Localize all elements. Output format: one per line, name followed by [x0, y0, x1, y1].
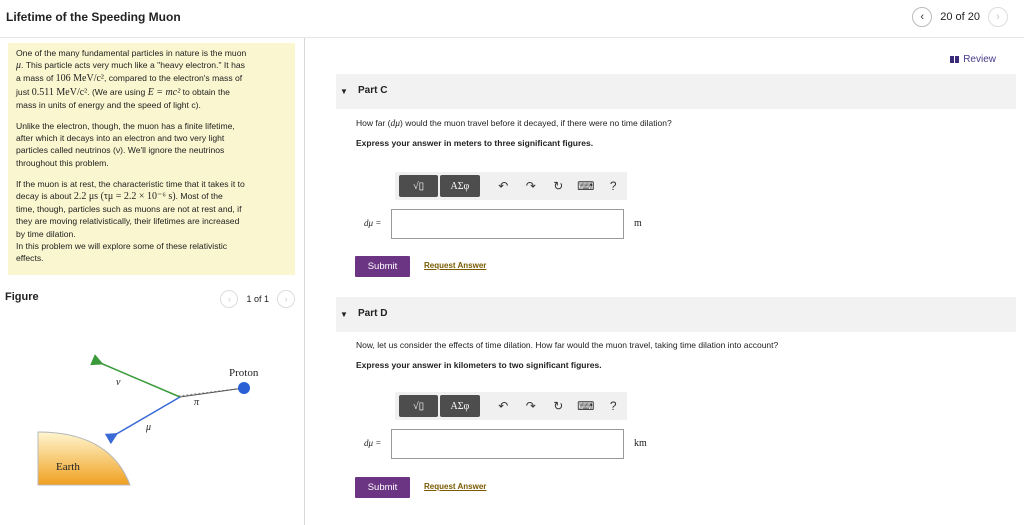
review-link[interactable]: Review — [950, 54, 996, 65]
intro-paragraph-3: If the muon is at rest, the characterist… — [16, 178, 245, 264]
right-panel: Review ▼ Part C How far (dμ) would the m… — [306, 38, 1024, 525]
part-d-math-toolbar: √▯ ΑΣφ ↶ ↷ ↻ ⌨ ? — [395, 392, 627, 420]
part-d-question: Now, let us consider the effects of time… — [356, 340, 779, 350]
part-d-unit: km — [634, 438, 647, 449]
part-c-request-answer-link[interactable]: Request Answer — [424, 261, 486, 270]
left-panel: One of the many fundamental particles in… — [0, 38, 305, 525]
part-d-instruction: Express your answer in kilometers to two… — [356, 360, 602, 370]
pion-label: π — [194, 397, 200, 408]
redo-icon[interactable]: ↷ — [517, 395, 544, 417]
page-title: Lifetime of the Speeding Muon — [6, 10, 181, 24]
figure-next-icon[interactable]: › — [277, 290, 295, 308]
help-button[interactable]: ? — [599, 395, 626, 417]
proton-label: Proton — [229, 367, 259, 379]
undo-icon[interactable]: ↶ — [490, 395, 517, 417]
pion-track — [179, 387, 245, 398]
reset-icon[interactable]: ↻ — [545, 395, 572, 417]
intro-text: One of the many fundamental particles in… — [8, 43, 295, 275]
part-c-answer-row: dμ = m — [359, 209, 659, 241]
part-c-instruction: Express your answer in meters to three s… — [356, 138, 594, 148]
muon-figure: Earth Proton ν π μ — [37, 354, 259, 486]
symbols-button[interactable]: ΑΣφ — [440, 395, 480, 417]
intro-paragraph-1: One of the many fundamental particles in… — [16, 48, 247, 110]
part-d-answer-label: dμ = — [364, 438, 382, 448]
muon-label: μ — [145, 422, 151, 433]
top-bar: Lifetime of the Speeding Muon ‹ 20 of 20… — [0, 0, 1024, 38]
earth-label: Earth — [56, 461, 80, 473]
part-d-answer-row: dμ = km — [359, 429, 659, 461]
templates-button[interactable]: √▯ — [399, 175, 439, 197]
part-d-answer-input[interactable] — [391, 429, 624, 459]
page-indicator: 20 of 20 — [940, 11, 980, 23]
part-d-request-answer-link[interactable]: Request Answer — [424, 482, 486, 491]
figure-title: Figure — [5, 291, 39, 303]
keyboard-icon[interactable]: ⌨ — [572, 175, 599, 197]
part-c-answer-input[interactable] — [391, 209, 624, 239]
earth-surface — [37, 431, 131, 486]
part-c-question: How far (dμ) would the muon travel befor… — [356, 118, 672, 129]
proton-dot — [238, 382, 250, 394]
part-c-math-toolbar: √▯ ΑΣφ ↶ ↷ ↻ ⌨ ? — [395, 172, 627, 200]
figure-header: Figure ‹ 1 of 1 › — [5, 290, 295, 310]
intro-paragraph-2: Unlike the electron, though, the muon ha… — [16, 121, 235, 168]
symbols-button[interactable]: ΑΣφ — [440, 175, 480, 197]
collapse-triangle-icon: ▼ — [340, 87, 348, 96]
reset-icon[interactable]: ↻ — [545, 175, 572, 197]
part-d-submit-button[interactable]: Submit — [355, 477, 410, 498]
keyboard-icon[interactable]: ⌨ — [572, 395, 599, 417]
templates-button[interactable]: √▯ — [399, 395, 439, 417]
help-button[interactable]: ? — [599, 175, 626, 197]
figure-page-indicator: 1 of 1 — [246, 294, 269, 304]
figure-prev-icon[interactable]: ‹ — [220, 290, 239, 308]
collapse-triangle-icon: ▼ — [340, 310, 348, 319]
figure-pager: ‹ 1 of 1 › — [220, 290, 295, 308]
part-c-unit: m — [634, 218, 642, 229]
part-c-answer-label: dμ = — [364, 218, 382, 228]
part-c-label: Part C — [358, 85, 388, 96]
undo-icon[interactable]: ↶ — [490, 175, 517, 197]
chevron-left-icon[interactable]: ‹ — [912, 7, 933, 27]
redo-icon[interactable]: ↷ — [517, 175, 544, 197]
part-d-header[interactable]: ▼ Part D — [336, 297, 1016, 332]
review-icon — [950, 56, 960, 63]
neutrino-track — [90, 354, 181, 398]
problem-pager: ‹ 20 of 20 › — [912, 7, 1008, 27]
part-c-header[interactable]: ▼ Part C — [336, 74, 1016, 109]
part-d-label: Part D — [358, 308, 388, 319]
neutrino-label: ν — [116, 377, 121, 388]
part-c-submit-button[interactable]: Submit — [355, 256, 410, 277]
chevron-right-icon[interactable]: › — [988, 7, 1008, 27]
